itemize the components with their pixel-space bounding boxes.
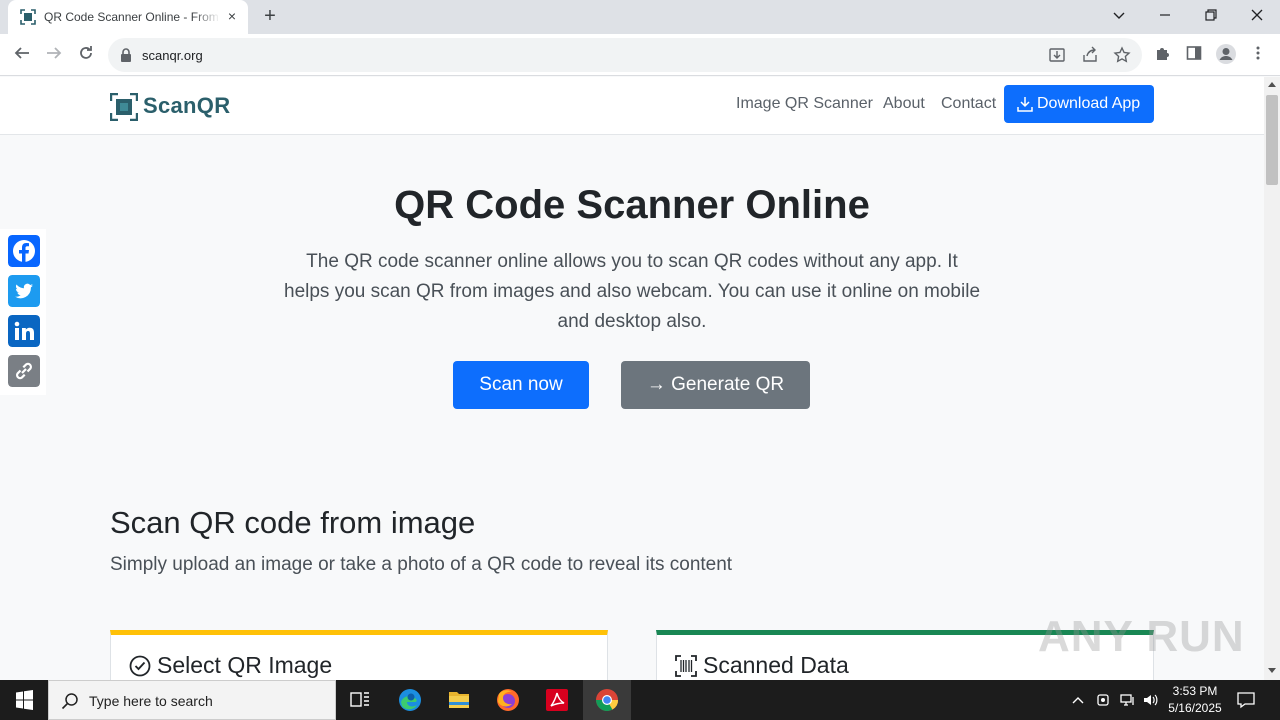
nav-contact[interactable]: Contact <box>941 95 996 113</box>
taskbar-clock[interactable]: 3:53 PM 5/16/2025 <box>1162 683 1228 717</box>
menu-kebab-icon[interactable] <box>1246 43 1270 67</box>
address-bar[interactable]: scanqr.org <box>108 38 1142 72</box>
clock-date: 5/16/2025 <box>1168 701 1222 715</box>
qr-favicon-icon <box>20 9 36 25</box>
new-tab-button[interactable]: + <box>258 4 282 28</box>
url-text[interactable]: scanqr.org <box>142 48 203 63</box>
nav-image-qr-scanner[interactable]: Image QR Scanner <box>736 95 873 113</box>
windows-start-icon[interactable] <box>0 680 48 720</box>
search-icon <box>61 693 78 710</box>
reload-icon[interactable] <box>74 43 98 67</box>
notification-center-icon[interactable] <box>1236 690 1256 710</box>
extensions-icon[interactable] <box>1150 43 1174 67</box>
browser-tab[interactable]: QR Code Scanner Online - From Image × <box>8 0 248 34</box>
side-panel-icon[interactable] <box>1182 43 1206 67</box>
task-view-icon[interactable] <box>336 680 384 720</box>
browser-toolbar: scanqr.org <box>0 34 1280 76</box>
volume-icon[interactable] <box>1142 691 1158 709</box>
web-page: ScanQR Image QR Scanner About Contact Do… <box>0 77 1264 680</box>
copy-link-icon[interactable] <box>8 355 40 387</box>
windows-taskbar: Type here to search 3:53 PM 5/16/2025 <box>0 680 1280 720</box>
select-qr-image-card: Select QR Image <box>110 630 608 680</box>
scan-now-button[interactable]: Scan now <box>453 361 589 409</box>
social-share-bar <box>0 229 46 395</box>
qr-logo-icon <box>110 93 138 121</box>
scroll-up-icon[interactable] <box>1268 81 1276 87</box>
tab-close-icon[interactable]: × <box>224 8 240 24</box>
tab-search-icon[interactable] <box>1107 4 1131 28</box>
download-app-button[interactable]: Download App <box>1004 85 1154 123</box>
twitter-icon[interactable] <box>8 275 40 307</box>
scroll-down-icon[interactable] <box>1268 668 1276 674</box>
restore-icon[interactable] <box>1199 4 1223 28</box>
nav-about[interactable]: About <box>883 95 925 113</box>
back-icon[interactable] <box>10 43 34 67</box>
firefox-icon[interactable] <box>484 680 532 720</box>
watermark: ANY RUN <box>1038 612 1245 661</box>
facebook-icon[interactable] <box>8 235 40 267</box>
check-circle-icon <box>129 655 151 677</box>
download-icon <box>1017 97 1033 112</box>
share-icon[interactable] <box>1081 46 1099 64</box>
profile-icon[interactable] <box>1214 43 1238 67</box>
close-window-icon[interactable] <box>1245 4 1269 28</box>
hero-title: QR Code Scanner Online <box>394 183 870 227</box>
tab-title: QR Code Scanner Online - From Image <box>44 10 220 24</box>
hero-description: The QR code scanner online allows you to… <box>284 251 981 332</box>
meet-now-icon[interactable] <box>1095 691 1111 709</box>
acrobat-icon[interactable] <box>533 680 581 720</box>
section-title: Scan QR code from image <box>110 505 476 540</box>
chrome-icon[interactable] <box>583 680 631 720</box>
edge-icon[interactable] <box>386 680 434 720</box>
select-qr-image-heading: Select QR Image <box>157 652 333 678</box>
generate-qr-button[interactable]: → Generate QR <box>621 361 810 409</box>
show-hidden-icons-icon[interactable] <box>1070 691 1086 709</box>
page-scrollbar[interactable] <box>1264 77 1280 680</box>
site-navbar: ScanQR Image QR Scanner About Contact Do… <box>0 77 1264 135</box>
scrollbar-thumb[interactable] <box>1266 95 1278 185</box>
taskbar-search-box[interactable]: Type here to search <box>48 680 336 720</box>
file-explorer-icon[interactable] <box>435 680 483 720</box>
lock-icon[interactable] <box>120 48 132 62</box>
minimize-icon[interactable] <box>1153 4 1177 28</box>
browser-tab-strip: QR Code Scanner Online - From Image × + <box>0 0 1280 34</box>
install-icon[interactable] <box>1048 46 1066 64</box>
section-subtitle: Simply upload an image or take a photo o… <box>110 554 733 575</box>
bookmark-star-icon[interactable] <box>1113 46 1131 64</box>
barcode-scan-icon <box>675 655 697 677</box>
taskbar-search-placeholder: Type here to search <box>89 693 213 709</box>
forward-icon[interactable] <box>42 43 66 67</box>
network-icon[interactable] <box>1119 691 1135 709</box>
download-app-label: Download App <box>1037 95 1141 112</box>
scanned-data-heading: Scanned Data <box>703 652 849 678</box>
clock-time: 3:53 PM <box>1172 684 1218 698</box>
logo-text: ScanQR <box>143 93 231 118</box>
linkedin-icon[interactable] <box>8 315 40 347</box>
